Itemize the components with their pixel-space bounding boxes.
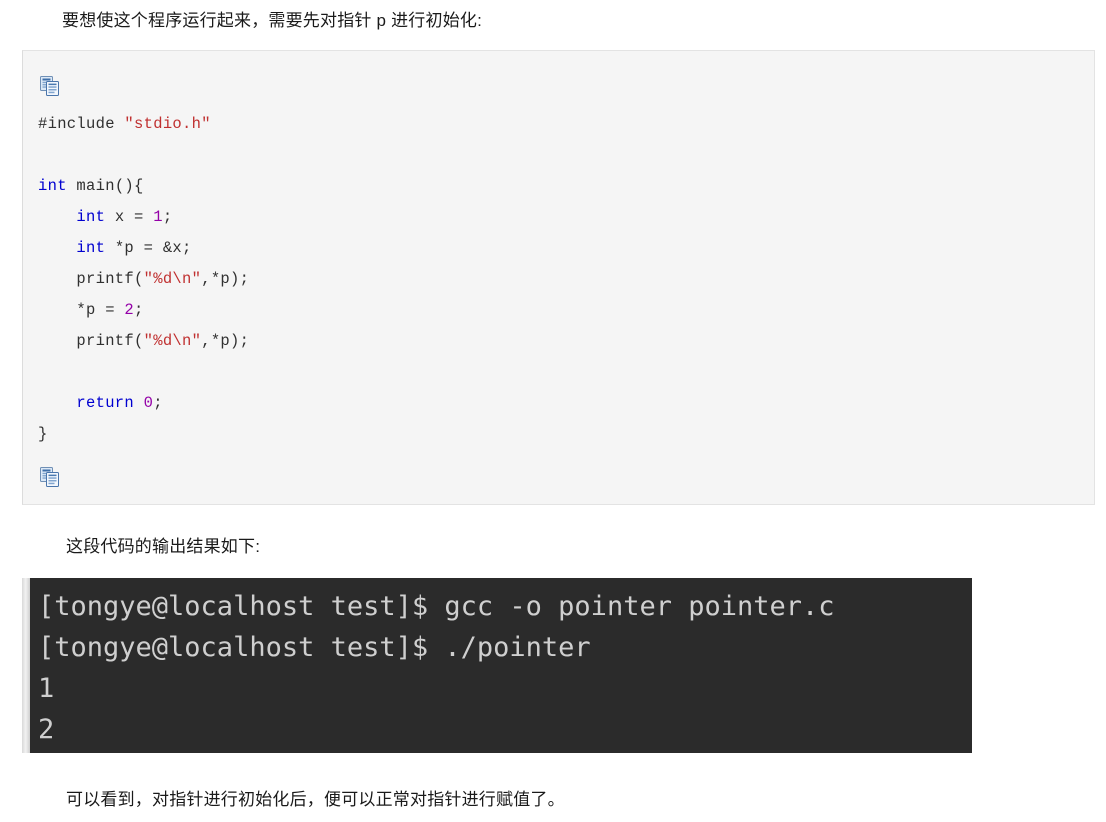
- code-token: "%d\n": [143, 332, 202, 350]
- code-token: int: [38, 177, 67, 195]
- copy-icon[interactable]: [39, 75, 61, 97]
- code-token: int: [76, 239, 106, 257]
- code-token: *p = &x;: [105, 239, 192, 257]
- code-token: ;: [162, 208, 173, 226]
- terminal-scrollbar[interactable]: [22, 578, 30, 753]
- code-token: 0: [143, 394, 154, 412]
- code-token: #include: [38, 115, 125, 133]
- code-token: ,*p);: [201, 270, 250, 288]
- code-token: x =: [105, 208, 154, 226]
- code-token: }: [38, 425, 48, 443]
- code-token: main(){: [66, 177, 144, 195]
- intro-paragraph: 要想使这个程序运行起来，需要先对指针 p 进行初始化:: [62, 11, 483, 30]
- code-token: 1: [153, 208, 163, 226]
- code-block: #include "stdio.h" int main(){ int x = 1…: [22, 50, 1095, 505]
- closing-paragraph: 可以看到，对指针进行初始化后，便可以正常对指针进行赋值了。: [66, 790, 565, 809]
- code-token: ;: [153, 394, 163, 412]
- code-content: #include "stdio.h" int main(){ int x = 1…: [38, 109, 249, 450]
- terminal-text: [tongye@localhost test]$ gcc -o pointer …: [38, 591, 835, 745]
- code-token: *p =: [38, 301, 125, 319]
- code-token: int: [76, 208, 106, 226]
- copy-icon[interactable]: [39, 466, 61, 488]
- code-token: "stdio.h": [124, 115, 211, 133]
- code-token: ,*p);: [201, 332, 250, 350]
- code-token: 2: [124, 301, 135, 319]
- output-caption: 这段代码的输出结果如下:: [66, 537, 261, 556]
- terminal-output: [tongye@localhost test]$ gcc -o pointer …: [22, 578, 972, 753]
- code-token: ;: [134, 301, 144, 319]
- code-token: "%d\n": [143, 270, 202, 288]
- code-token: printf(: [38, 270, 144, 288]
- code-token: return: [76, 394, 135, 412]
- code-token: printf(: [38, 332, 144, 350]
